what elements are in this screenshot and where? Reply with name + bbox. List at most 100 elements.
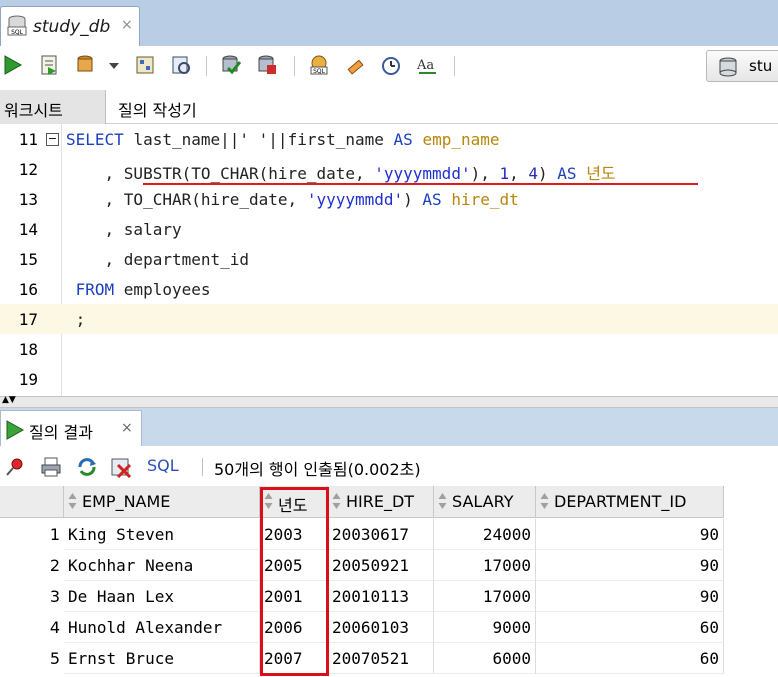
column-header-label: EMP_NAME	[82, 492, 171, 511]
column-header-emp-name[interactable]: EMP_NAME	[64, 486, 260, 518]
clear-icon[interactable]	[344, 54, 366, 76]
code-line[interactable]: 19	[0, 364, 778, 394]
tab-worksheet[interactable]: 워크시트	[0, 90, 106, 124]
grid-cell-hire-dt[interactable]: 20030617	[328, 519, 434, 550]
code-line[interactable]: 16 FROM employees	[0, 274, 778, 304]
pane-splitter[interactable]: ▲▼	[0, 395, 778, 408]
grid-cell-hire-dt[interactable]: 20070521	[328, 643, 434, 674]
grid-cell-department-id[interactable]: 60	[536, 643, 724, 674]
autotrace-icon[interactable]	[74, 54, 96, 76]
close-icon[interactable]: ×	[121, 420, 133, 436]
sql-link[interactable]: SQL	[147, 456, 179, 475]
code-token: ,	[509, 164, 529, 183]
grid-cell-emp-name[interactable]: De Haan Lex	[64, 581, 260, 612]
sort-icon[interactable]	[540, 492, 549, 510]
dropdown-arrow-icon[interactable]	[108, 54, 120, 76]
pin-icon[interactable]	[4, 456, 26, 478]
svg-text:SQL: SQL	[11, 29, 24, 36]
annotation-highlight-box	[260, 487, 329, 676]
result-grid[interactable]: EMP_NAME 년도 HIRE_DT SALARY DEPARTMENT_ID 1 Ki…	[0, 486, 778, 677]
code-line[interactable]: 13 , TO_CHAR(hire_date, 'yyyymmdd') AS h…	[0, 184, 778, 214]
code-line[interactable]: 18	[0, 334, 778, 364]
code-text: FROM employees	[66, 280, 211, 299]
grid-cell-emp-name[interactable]: King Steven	[64, 519, 260, 550]
sort-icon[interactable]	[332, 492, 341, 510]
column-header-salary[interactable]: SALARY	[434, 486, 536, 518]
code-text: ;	[66, 310, 86, 329]
sql-editor[interactable]: 11 SELECT last_name||' '||first_name AS e…	[0, 124, 778, 396]
sort-icon[interactable]	[438, 492, 447, 510]
run-statement-icon[interactable]	[2, 54, 24, 76]
code-token: 1	[499, 164, 510, 183]
tab-query-result-label: 질의 결과	[29, 423, 93, 442]
format-icon[interactable]: Aa	[416, 54, 438, 76]
code-line[interactable]: 15 , department_id	[0, 244, 778, 274]
code-line[interactable]: 17 ;	[0, 304, 778, 334]
svg-text:SQL: SQL	[313, 68, 326, 75]
refresh-icon[interactable]	[76, 456, 98, 478]
print-icon[interactable]	[40, 456, 62, 478]
grid-cell-department-id[interactable]: 90	[536, 550, 724, 581]
grid-cell-salary[interactable]: 17000	[434, 581, 536, 612]
unshared-sql-icon[interactable]: SQL	[308, 54, 330, 76]
line-number: 11	[18, 130, 38, 149]
close-icon[interactable]: ×	[121, 17, 133, 33]
grid-cell-emp-name[interactable]: Ernst Bruce	[64, 643, 260, 674]
results-tab-bar: 질의 결과 ×	[0, 408, 778, 446]
grid-cell-hire-dt[interactable]: 20060103	[328, 612, 434, 643]
tab-query-builder[interactable]: 질의 작성기	[114, 90, 201, 124]
grid-cell-department-id[interactable]: 90	[536, 519, 724, 550]
grid-cell-department-id[interactable]: 90	[536, 581, 724, 612]
commit-icon[interactable]	[220, 54, 242, 76]
code-token: ;	[66, 310, 86, 329]
grid-cell-department-id[interactable]: 60	[536, 612, 724, 643]
splitter-arrows-icon[interactable]: ▲▼	[2, 395, 16, 405]
explain-plan-icon[interactable]	[134, 54, 156, 76]
grid-cell-salary[interactable]: 17000	[434, 550, 536, 581]
column-header-department-id[interactable]: DEPARTMENT_ID	[536, 486, 724, 518]
code-token: 4	[528, 164, 539, 183]
line-number: 16	[18, 280, 38, 299]
sql-tuning-icon[interactable]	[170, 54, 192, 76]
sort-icon[interactable]	[68, 492, 77, 510]
code-token: last_name||' '||first_name	[133, 130, 394, 149]
grid-cell-emp-name[interactable]: Hunold Alexander	[64, 612, 260, 643]
grid-cell-salary[interactable]: 24000	[434, 519, 536, 550]
code-token: )	[538, 164, 558, 183]
connection-selector[interactable]: stu	[706, 50, 778, 82]
column-header-label: DEPARTMENT_ID	[554, 492, 687, 511]
code-token: )	[403, 190, 423, 209]
code-line[interactable]: 14 , salary	[0, 214, 778, 244]
line-number: 17	[18, 310, 38, 329]
svg-text:Aa: Aa	[416, 58, 434, 73]
database-icon	[719, 57, 737, 77]
code-token: 'yyyymmdd'	[306, 190, 404, 209]
grid-cell-hire-dt[interactable]: 20010113	[328, 581, 434, 612]
fold-toggle-icon[interactable]: −	[46, 133, 59, 146]
run-script-icon[interactable]	[38, 54, 60, 76]
code-token: FROM	[66, 280, 124, 299]
line-number: 13	[18, 190, 38, 209]
grid-cell-salary[interactable]: 9000	[434, 612, 536, 643]
line-number: 14	[18, 220, 38, 239]
sql-history-icon[interactable]	[380, 54, 402, 76]
code-line[interactable]: 12 , SUBSTR(TO_CHAR(hire_date, 'yyyymmdd…	[0, 154, 778, 184]
run-result-icon	[6, 420, 25, 440]
document-tab-study-db[interactable]: SQL study_db ×	[0, 6, 140, 46]
tab-query-result[interactable]: 질의 결과 ×	[0, 410, 142, 446]
code-token: emp_name	[422, 130, 500, 149]
toolbar-separator	[454, 56, 455, 76]
code-text: , salary	[66, 220, 182, 239]
toolbar-separator	[294, 56, 295, 76]
grid-cell-emp-name[interactable]: Kochhar Neena	[64, 550, 260, 581]
connection-label: stu	[749, 57, 773, 75]
code-line[interactable]: 11 SELECT last_name||' '||first_name AS e…	[0, 124, 778, 154]
rollback-icon[interactable]	[256, 54, 278, 76]
fetch-status-message: 50개의 행이 인출됨(0.002초)	[214, 460, 421, 479]
column-header-hire-dt[interactable]: HIRE_DT	[328, 486, 434, 518]
grid-cell-salary[interactable]: 6000	[434, 643, 536, 674]
code-token: , SUBSTR(TO_CHAR(hire_date,	[66, 164, 375, 183]
cancel-fetch-icon[interactable]	[110, 456, 132, 478]
sql-worksheet-icon: SQL	[7, 15, 27, 36]
grid-cell-hire-dt[interactable]: 20050921	[328, 550, 434, 581]
